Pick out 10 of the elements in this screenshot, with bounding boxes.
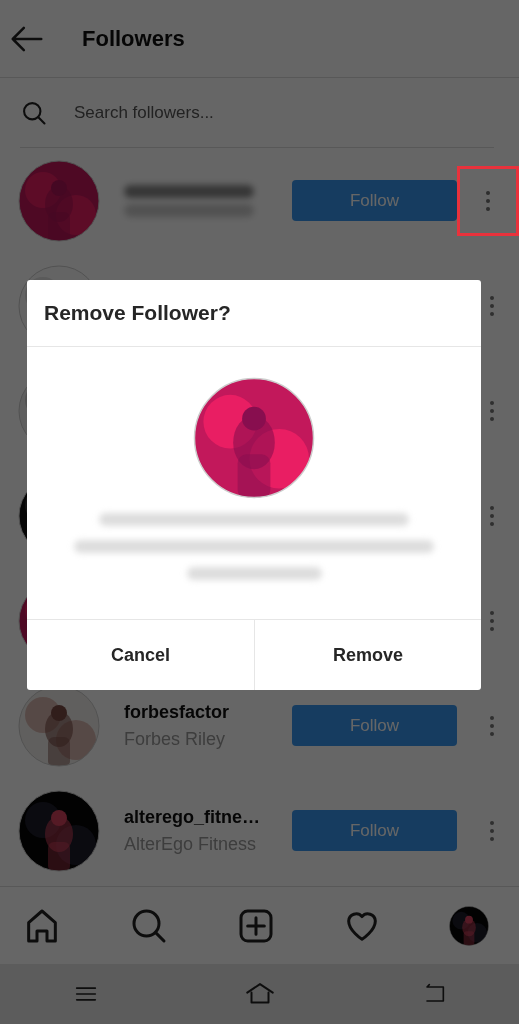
dialog-title: Remove Follower? [27,280,481,347]
username: forbesfactor [124,701,231,723]
dialog-action-button[interactable]: Remove [254,620,481,690]
username: alterego_fitne… [124,806,262,828]
follow-button[interactable]: Follow [292,705,457,746]
dialog-action-button[interactable]: Cancel [27,620,254,690]
search-field[interactable]: Search followers... [72,101,416,124]
follow-button[interactable]: Follow [292,810,457,851]
page-title: Followers [82,25,185,52]
follow-button[interactable]: Follow [292,180,457,221]
